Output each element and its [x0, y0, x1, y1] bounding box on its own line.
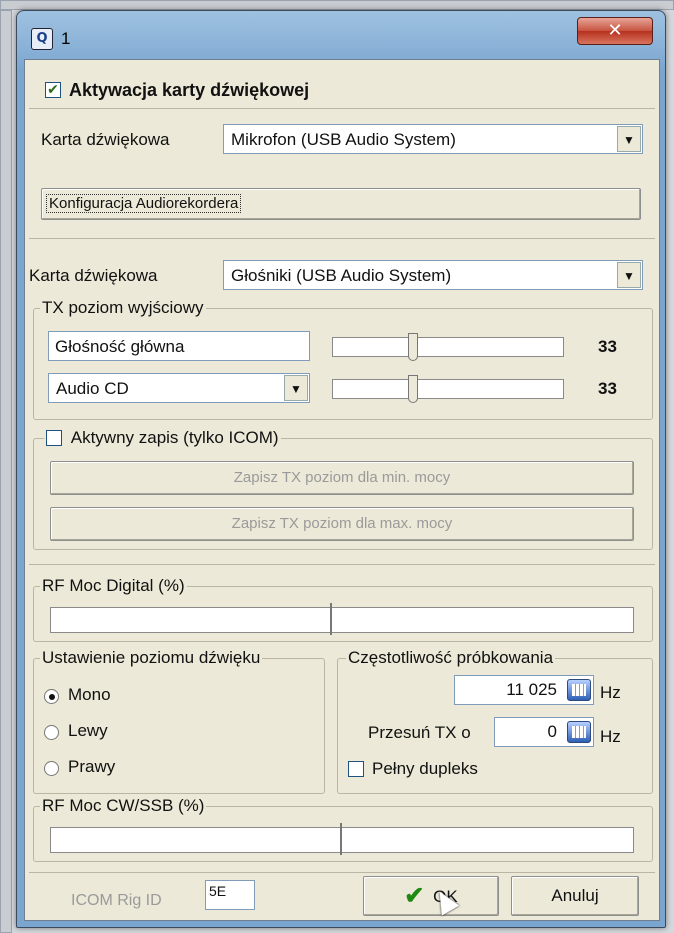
background-window-edge: [0, 0, 674, 10]
full-duplex-label: Pełny dupleks: [372, 759, 478, 778]
save-min-power-button[interactable]: Zapisz TX poziom dla min. mocy: [50, 461, 634, 495]
audio-source-level-value: 33: [598, 379, 617, 398]
output-card-value: Głośniki (USB Audio System): [231, 266, 452, 285]
background-window-edge-left: [0, 10, 12, 933]
input-card-value: Mikrofon (USB Audio System): [231, 130, 456, 149]
tx-shift-field[interactable]: 0: [494, 717, 594, 747]
rf-cw-ssb-group: RF Moc CW/SSB (%): [33, 796, 653, 862]
activation-checkbox[interactable]: ✔: [45, 82, 61, 98]
tx-shift-label: Przesuń TX o: [368, 723, 471, 742]
active-save-group: Aktywny zapis (tylko ICOM) Zapisz TX poz…: [33, 428, 653, 550]
active-save-checkbox[interactable]: [46, 429, 62, 446]
main-volume-slider[interactable]: [332, 337, 564, 357]
rf-cw-ssb-slider-thumb[interactable]: [340, 823, 344, 855]
rig-id-field[interactable]: 5E: [205, 880, 255, 910]
activation-label: Aktywacja karty dźwiękowej: [69, 80, 310, 100]
rf-digital-group: RF Moc Digital (%): [33, 576, 653, 642]
rf-cw-ssb-title: RF Moc CW/SSB (%): [40, 796, 207, 816]
input-card-select[interactable]: Mikrofon (USB Audio System) ▼: [223, 124, 643, 154]
radio-right-label: Prawy: [68, 757, 116, 776]
rig-id-label: ICOM Rig ID: [71, 892, 162, 909]
window-title: 1: [61, 29, 71, 48]
chevron-down-icon[interactable]: ▼: [617, 126, 641, 152]
output-card-select[interactable]: Głośniki (USB Audio System) ▼: [223, 260, 643, 290]
sampling-rate-field[interactable]: 11 025: [454, 675, 594, 705]
dialog-window: Q 1 ✕ ✔ Aktywacja karty dźwiękowej Karta…: [16, 10, 666, 928]
sampling-rate-unit: Hz: [600, 683, 621, 702]
rig-id-value: 5E: [209, 883, 227, 899]
main-volume-label: Głośność główna: [55, 337, 185, 356]
cancel-label: Anuluj: [551, 886, 599, 905]
sampling-group: Częstotliwość próbkowania 11 025 Hz Prze…: [337, 648, 653, 794]
sound-setting-title: Ustawienie poziomu dźwięku: [40, 648, 263, 668]
audio-source-slider[interactable]: [332, 379, 564, 399]
calculator-icon[interactable]: [567, 679, 591, 701]
rf-digital-slider[interactable]: [50, 607, 634, 633]
full-duplex-checkbox[interactable]: [348, 761, 364, 777]
tx-shift-unit: Hz: [600, 727, 621, 746]
save-min-power-label: Zapisz TX poziom dla min. mocy: [233, 469, 451, 486]
app-icon: Q: [31, 28, 53, 50]
output-card-label: Karta dźwiękowa: [29, 266, 158, 285]
calculator-icon[interactable]: [567, 721, 591, 743]
radio-right[interactable]: [44, 761, 59, 776]
audiorecorder-config-label: Konfiguracja Audiorekordera: [46, 194, 242, 213]
save-max-power-label: Zapisz TX poziom dla max. mocy: [231, 515, 453, 532]
sound-setting-group: Ustawienie poziomu dźwięku Mono Lewy Pra…: [33, 648, 325, 794]
radio-left-label: Lewy: [68, 721, 108, 740]
tx-shift-value: 0: [547, 722, 557, 741]
chevron-down-icon[interactable]: ▼: [617, 262, 641, 288]
save-max-power-button[interactable]: Zapisz TX poziom dla max. mocy: [50, 507, 634, 541]
audio-source-value: Audio CD: [56, 379, 129, 398]
radio-mono-label: Mono: [68, 685, 111, 704]
active-save-label: Aktywny zapis (tylko ICOM): [70, 428, 279, 447]
dialog-body: ✔ Aktywacja karty dźwiękowej Karta dźwię…: [24, 59, 660, 921]
main-volume-slider-thumb[interactable]: [408, 333, 418, 361]
tx-level-group: TX poziom wyjściowy Głośność główna 33 A…: [33, 298, 653, 420]
close-button[interactable]: ✕: [577, 17, 653, 45]
divider: [29, 108, 655, 109]
rf-digital-title: RF Moc Digital (%): [40, 576, 187, 596]
divider: [29, 872, 655, 873]
audio-source-select[interactable]: Audio CD ▼: [48, 373, 310, 403]
radio-left[interactable]: [44, 725, 59, 740]
sampling-title: Częstotliwość próbkowania: [346, 648, 556, 668]
checkmark-icon: ✔: [404, 882, 425, 910]
main-volume-value: 33: [598, 337, 617, 356]
cancel-button[interactable]: Anuluj: [511, 876, 639, 916]
chevron-down-icon[interactable]: ▼: [284, 375, 308, 401]
tx-level-title: TX poziom wyjściowy: [40, 298, 206, 318]
radio-mono[interactable]: [44, 689, 59, 704]
input-card-label: Karta dźwiękowa: [41, 130, 170, 149]
divider: [29, 238, 655, 239]
rf-digital-slider-thumb[interactable]: [330, 603, 334, 635]
divider: [29, 564, 655, 565]
audiorecorder-config-button[interactable]: Konfiguracja Audiorekordera: [41, 188, 641, 220]
active-save-title-wrap: Aktywny zapis (tylko ICOM): [44, 428, 281, 448]
sampling-rate-value: 11 025: [506, 680, 557, 699]
audio-source-slider-thumb[interactable]: [408, 375, 418, 403]
main-volume-field[interactable]: Głośność główna: [48, 331, 310, 361]
